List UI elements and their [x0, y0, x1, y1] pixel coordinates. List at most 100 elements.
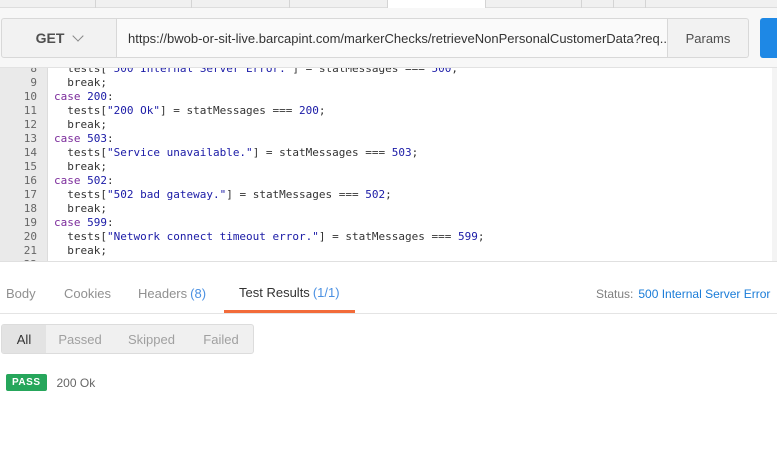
chevron-down-icon [72, 29, 85, 42]
code-token: : [107, 90, 114, 103]
test-result-name: 200 Ok [56, 375, 96, 390]
code-token: ] = statMessages === [159, 104, 300, 117]
code-line: 12 break; [0, 118, 777, 132]
request-bar: GET https://bwob-or-sit-live.barcapint.c… [0, 8, 777, 68]
line-number: 16 [23, 174, 37, 187]
filter-all[interactable]: All [2, 325, 46, 353]
code-token: break; [54, 76, 107, 89]
code-text: break; [54, 244, 107, 258]
code-lines: 8 tests["500 Internal Server Error."] = … [0, 68, 777, 261]
editor-scrollbar[interactable] [772, 68, 777, 261]
tab-test-results[interactable]: Test Results (1/1) [224, 274, 355, 313]
method-dropdown[interactable]: GET [1, 18, 117, 58]
code-line: 15 break; [0, 160, 777, 174]
tab-label: Test Results [239, 284, 310, 300]
code-text: break; [54, 160, 107, 174]
code-text: break; [54, 118, 107, 132]
code-line: 21 break; [0, 244, 777, 258]
code-text: tests["200 Ok"] = statMessages === 200; [54, 104, 326, 118]
code-token: 502 [87, 174, 107, 187]
tab-count: (1/1) [312, 284, 340, 300]
method-label: GET [35, 30, 65, 46]
code-line: 13 case 503: [0, 132, 777, 146]
code-token: tests[ [54, 104, 107, 117]
code-token: "Network connect timeout error." [106, 230, 319, 243]
params-button[interactable]: Params [668, 18, 749, 58]
line-number: 12 [23, 118, 37, 131]
tab-body[interactable]: Body [6, 274, 36, 313]
code-line: 14 tests["Service unavailable."] = statM… [0, 146, 777, 160]
line-number: 22 [0, 258, 37, 261]
code-token: case [54, 90, 81, 103]
status-label: Status: [596, 286, 634, 301]
code-text: tests["Network connect timeout error."] … [54, 230, 484, 244]
code-token: break; [54, 244, 107, 257]
code-token: 503 [391, 146, 412, 159]
request-tab[interactable] [192, 0, 290, 8]
code-token: ] = statMessages === [252, 146, 392, 159]
code-token: : [107, 174, 114, 187]
line-number: 18 [23, 202, 37, 215]
code-token: 502 [365, 188, 386, 201]
code-line: 10 case 200: [0, 90, 777, 104]
filter-passed[interactable]: Passed [46, 325, 114, 353]
code-token: tests[ [54, 68, 107, 75]
code-token: "502 bad gateway." [106, 188, 227, 201]
test-result-row: PASS 200 Ok [6, 374, 95, 391]
line-number: 13 [23, 132, 37, 145]
send-button[interactable] [760, 18, 777, 58]
filter-failed[interactable]: Failed [189, 325, 253, 353]
code-text: tests["500 Internal Server Error."] = st… [54, 68, 458, 76]
code-text: tests["Service unavailable."] = statMess… [54, 146, 418, 160]
code-text: break; [54, 76, 107, 90]
line-number: 19 [23, 216, 37, 229]
code-text: tests["502 bad gateway."] = statMessages… [54, 188, 392, 202]
code-line: 11 tests["200 Ok"] = statMessages === 20… [0, 104, 777, 118]
code-token: case [54, 216, 81, 229]
code-token: tests[ [54, 230, 107, 243]
code-token: "500 Internal Server Error." [106, 68, 293, 75]
code-token: : [107, 216, 114, 229]
response-status: Status: 500 Internal Server Error [596, 274, 770, 313]
line-number: 21 [23, 244, 37, 257]
line-number: 10 [23, 90, 37, 103]
code-token: ] = statMessages === [292, 68, 432, 75]
code-token: case [54, 174, 81, 187]
line-number: 9 [30, 76, 37, 89]
tests-code-editor[interactable]: 8 tests["500 Internal Server Error."] = … [0, 68, 777, 262]
code-token: break; [54, 202, 107, 215]
tab-headers[interactable]: Headers (8) [138, 274, 206, 313]
request-tab[interactable] [96, 0, 192, 8]
code-token: ; [411, 146, 419, 159]
line-number: 8 [30, 68, 37, 75]
code-token: ... [54, 258, 87, 261]
line-number: 11 [23, 104, 37, 117]
request-tab[interactable] [582, 0, 614, 8]
request-tab[interactable] [290, 0, 388, 8]
url-input[interactable]: https://bwob-or-sit-live.barcapint.com/m… [117, 18, 668, 58]
code-line: 18 break; [0, 202, 777, 216]
request-tab[interactable] [486, 0, 582, 8]
code-token: 599 [457, 230, 478, 243]
code-token: 200 [299, 104, 319, 117]
code-token: ] = statMessages === [226, 188, 366, 201]
code-token: : [107, 132, 114, 145]
response-tabs: Body Cookies Headers (8) Test Results (1… [0, 274, 777, 314]
code-token: ] = statMessages === [318, 230, 458, 243]
code-token: tests[ [54, 188, 107, 201]
code-line: 19 case 599: [0, 216, 777, 230]
status-value[interactable]: 500 Internal Server Error [638, 287, 770, 301]
code-token: break; [54, 160, 107, 173]
request-tab-active[interactable] [388, 0, 486, 8]
code-token: 599 [87, 216, 107, 229]
code-text: break; [54, 202, 107, 216]
code-text: case 502: [54, 174, 114, 188]
request-tab[interactable] [0, 0, 96, 8]
filter-skipped[interactable]: Skipped [114, 325, 189, 353]
tab-cookies[interactable]: Cookies [64, 274, 111, 313]
code-line: 22 ... [0, 258, 777, 261]
code-token: 500 [431, 68, 452, 75]
code-token: ; [318, 104, 326, 117]
request-tab[interactable] [614, 0, 646, 8]
code-line: 8 tests["500 Internal Server Error."] = … [0, 68, 777, 76]
